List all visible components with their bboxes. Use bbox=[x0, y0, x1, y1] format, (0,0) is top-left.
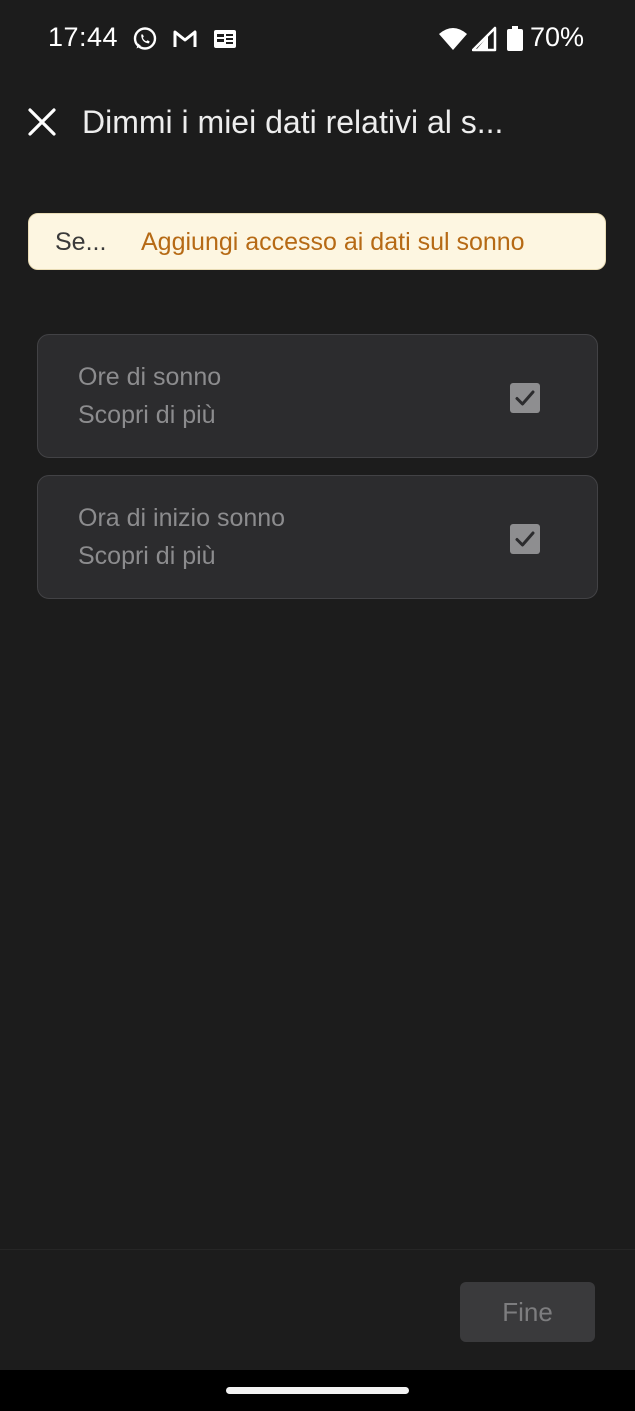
footer-divider bbox=[0, 1249, 635, 1250]
navigation-bar bbox=[0, 1370, 635, 1411]
status-time: 17:44 bbox=[48, 22, 119, 52]
app-bar: Dimmi i miei dati relativi al s... bbox=[0, 96, 635, 156]
battery-level: 70% bbox=[530, 22, 585, 52]
news-icon bbox=[214, 30, 236, 48]
whatsapp-icon bbox=[133, 27, 157, 50]
permission-card-sleep-start[interactable]: Ora di inizio sonno Scopri di più bbox=[37, 475, 598, 599]
banner-lead-text: Se... bbox=[55, 228, 107, 256]
permission-title: Ora di inizio sonno bbox=[78, 504, 286, 532]
checkmark-icon bbox=[515, 531, 535, 547]
checkmark-icon bbox=[515, 390, 535, 406]
close-icon bbox=[28, 108, 56, 136]
close-button[interactable] bbox=[20, 100, 64, 144]
done-button[interactable]: Fine bbox=[460, 1282, 595, 1342]
learn-more-link[interactable]: Scopri di più bbox=[78, 401, 216, 430]
learn-more-link[interactable]: Scopri di più bbox=[78, 542, 216, 571]
permission-card-sleep-hours[interactable]: Ore di sonno Scopri di più bbox=[37, 334, 598, 458]
home-gesture-handle[interactable] bbox=[226, 1387, 409, 1394]
permission-checkbox[interactable] bbox=[510, 524, 540, 554]
permission-title: Ore di sonno bbox=[78, 363, 222, 391]
sleep-access-banner: Se... Aggiungi accesso ai dati sul sonno bbox=[28, 213, 606, 270]
status-bar: 17:44 70% bbox=[0, 0, 635, 78]
screen: 17:44 70% Dimmi i miei dati relativi al … bbox=[0, 0, 635, 1411]
page-title: Dimmi i miei dati relativi al s... bbox=[82, 104, 504, 140]
add-sleep-access-link[interactable]: Aggiungi accesso ai dati sul sonno bbox=[141, 228, 525, 257]
wifi-icon bbox=[439, 28, 467, 50]
signal-icon bbox=[472, 26, 497, 52]
permission-checkbox[interactable] bbox=[510, 383, 540, 413]
gmail-icon bbox=[173, 30, 197, 47]
battery-icon bbox=[507, 26, 523, 51]
